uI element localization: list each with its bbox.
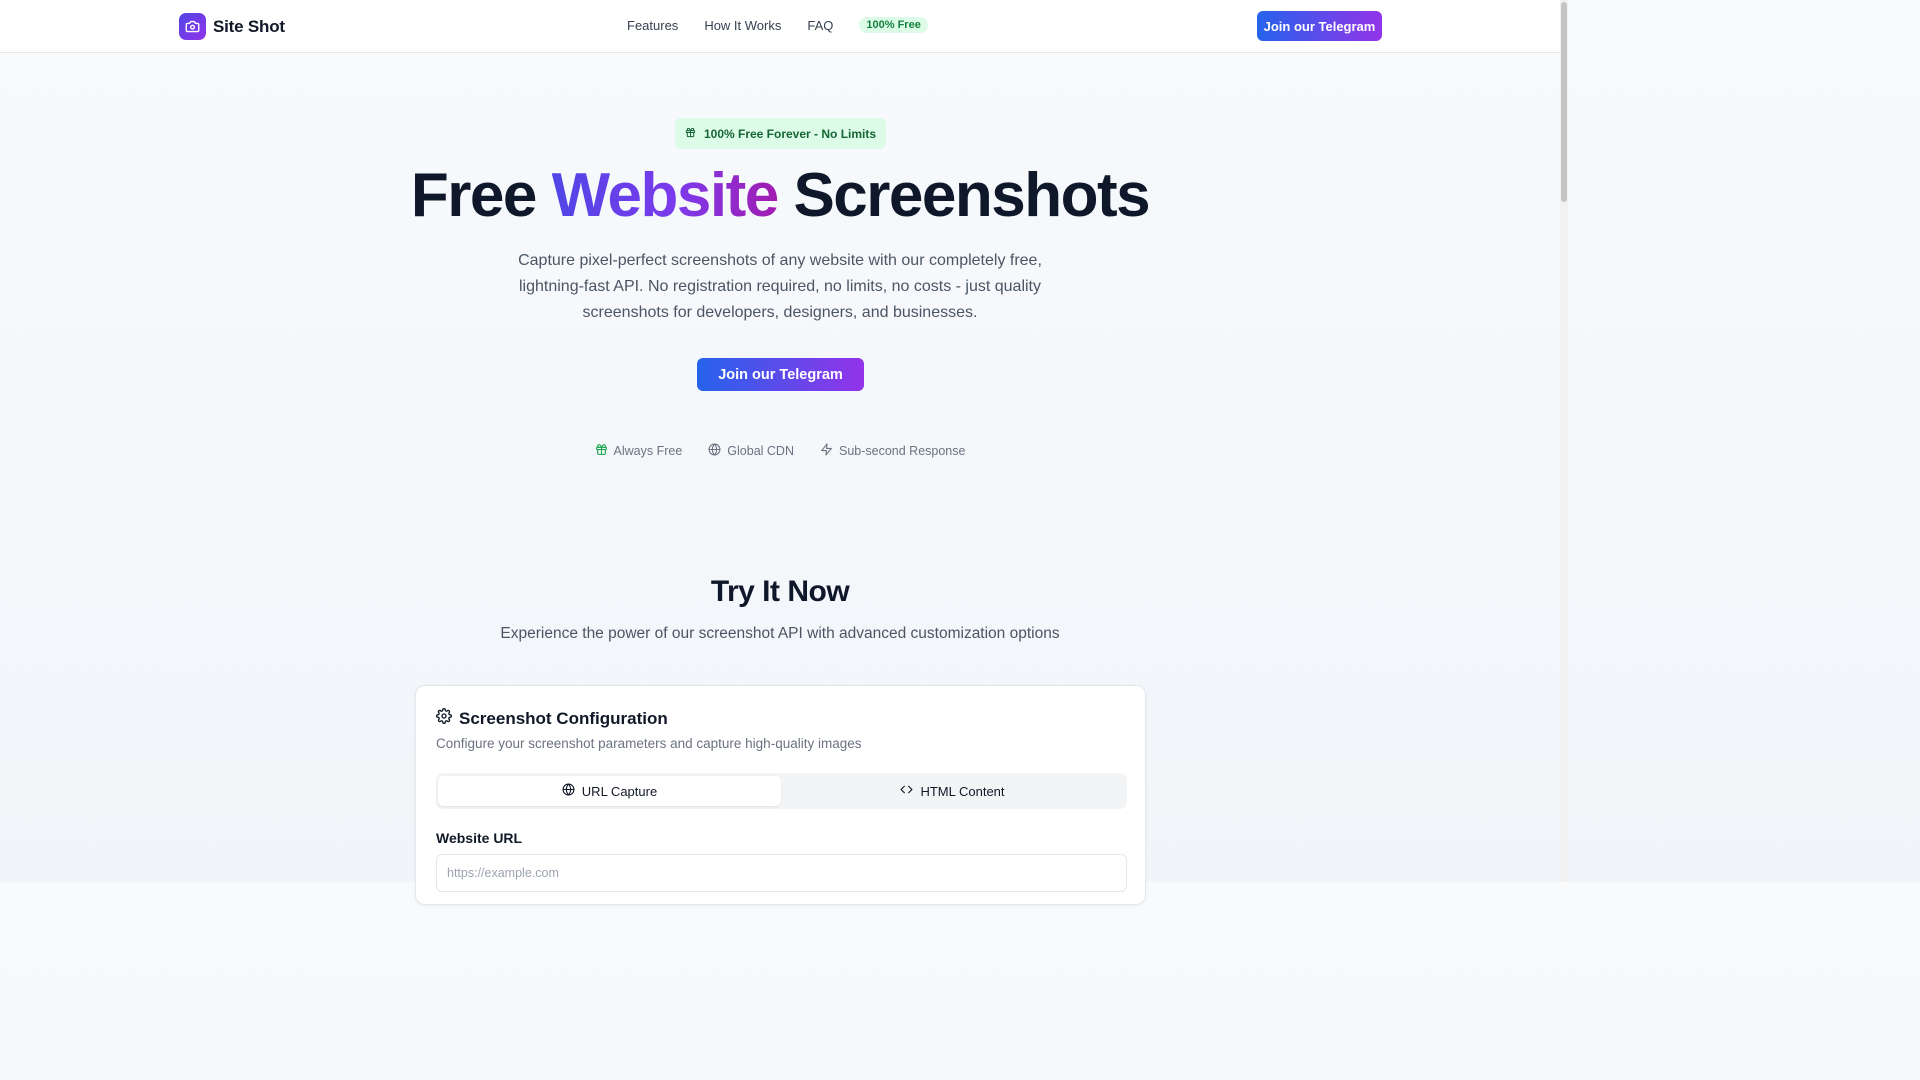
- lightning-icon: [820, 443, 833, 459]
- tab-label: HTML Content: [920, 783, 1005, 799]
- feature-global-cdn: Global CDN: [708, 443, 794, 459]
- feature-label: Global CDN: [727, 444, 794, 458]
- code-icon: [900, 783, 913, 799]
- card-title: Screenshot Configuration: [459, 708, 668, 728]
- hero-title: Free Website Screenshots: [0, 160, 1560, 231]
- globe-icon: [708, 443, 721, 459]
- feature-always-free: Always Free: [595, 443, 683, 459]
- site-header: Site Shot Features How It Works FAQ 100%…: [0, 0, 1560, 53]
- website-url-label: Website URL: [436, 830, 523, 846]
- scrollbar-thumb[interactable]: [1561, 2, 1567, 202]
- free-badge: 100% Free: [859, 17, 928, 33]
- feature-label: Sub-second Response: [838, 444, 966, 458]
- try-it-now-subtitle: Experience the power of our screenshot A…: [500, 625, 1060, 642]
- hero-badge-text: 100% Free Forever - No Limits: [703, 126, 877, 141]
- main-nav: Features How It Works FAQ 100% Free: [627, 17, 928, 33]
- gift-icon: [685, 127, 696, 141]
- hero-free-badge: 100% Free Forever - No Limits: [675, 118, 886, 149]
- card-description: Configure your screenshot parameters and…: [436, 736, 862, 751]
- tab-html-content[interactable]: HTML Content: [781, 776, 1124, 806]
- card-header: Screenshot Configuration: [436, 708, 668, 729]
- nav-features[interactable]: Features: [627, 18, 678, 33]
- capture-mode-tabs: URL Capture HTML Content: [436, 773, 1127, 809]
- tab-label: URL Capture: [581, 783, 658, 799]
- join-telegram-button[interactable]: Join our Telegram: [1257, 11, 1382, 41]
- hero-subtitle: Capture pixel-perfect screenshots of any…: [518, 252, 1042, 321]
- feature-label: Always Free: [613, 444, 683, 458]
- feature-list: Always Free Global CDN Sub-second Respon…: [0, 443, 1560, 459]
- tab-url-capture[interactable]: URL Capture: [438, 776, 781, 806]
- brand[interactable]: Site Shot: [179, 13, 285, 40]
- nav-how-it-works[interactable]: How It Works: [704, 18, 781, 33]
- nav-faq[interactable]: FAQ: [807, 18, 833, 33]
- hero-title-part2: Screenshots: [793, 161, 1150, 230]
- screenshot-config-card: Screenshot Configuration Configure your …: [415, 685, 1146, 905]
- website-url-input[interactable]: [436, 854, 1127, 892]
- feature-sub-second: Sub-second Response: [820, 443, 965, 459]
- try-it-now-title: Try It Now: [710, 575, 850, 608]
- camera-icon: [179, 13, 206, 40]
- page-scrollbar[interactable]: [1560, 0, 1568, 882]
- hero-title-part1: Free: [410, 161, 537, 230]
- gift-icon: [595, 443, 608, 459]
- brand-name: Site Shot: [213, 16, 285, 36]
- gear-icon: [436, 708, 452, 729]
- hero-title-highlight: Website: [551, 161, 780, 230]
- globe-icon: [562, 783, 575, 799]
- hero-join-telegram-button[interactable]: Join our Telegram: [697, 358, 864, 391]
